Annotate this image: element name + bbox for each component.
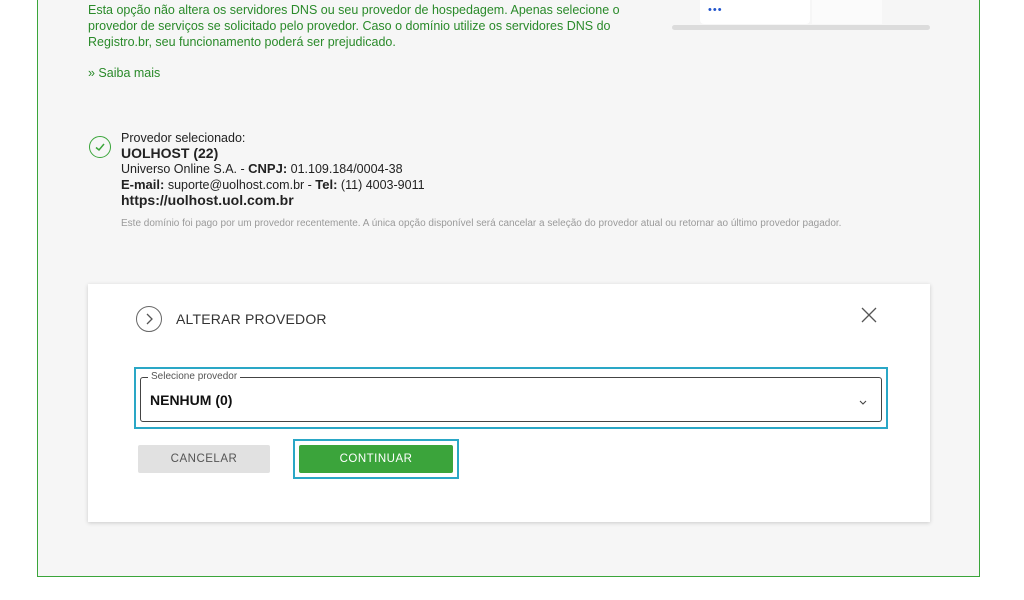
cancel-button[interactable]: CANCELAR	[138, 445, 270, 473]
email-value: suporte@uolhost.com.br -	[164, 178, 316, 192]
change-provider-modal: ALTERAR PROVEDOR Selecione provedor NENH…	[88, 284, 930, 522]
illustration-shadow	[672, 25, 930, 30]
tel-value: (11) 4003-9011	[337, 178, 425, 192]
tel-label: Tel:	[315, 177, 338, 192]
illustration: •••	[672, 0, 930, 34]
provider-select[interactable]	[140, 377, 882, 422]
provider-select-label: Selecione provedor	[148, 371, 241, 382]
saiba-mais-link[interactable]: » Saiba mais	[88, 66, 160, 80]
chevron-down-icon[interactable]	[858, 394, 868, 405]
cnpj-label: CNPJ:	[248, 161, 288, 176]
provider-company: Universo Online S.A. -	[121, 162, 249, 176]
close-icon[interactable]	[861, 307, 877, 323]
provider-label: Provedor selecionado:	[121, 131, 246, 145]
continue-button[interactable]: CONTINUAR	[299, 445, 453, 473]
provider-select-value: NENHUM (0)	[150, 392, 233, 408]
provider-name: UOLHOST (22)	[121, 145, 219, 161]
selected-provider-info: Provedor selecionado: UOLHOST (22) Unive…	[121, 131, 921, 208]
illustration-dots: •••	[708, 4, 723, 16]
provider-url: https://uolhost.uol.com.br	[121, 192, 294, 208]
provider-company-line: Universo Online S.A. - CNPJ: 01.109.184/…	[121, 161, 921, 177]
chevron-right-icon	[136, 306, 162, 332]
provider-contact-line: E-mail: suporte@uolhost.com.br - Tel: (1…	[121, 177, 921, 193]
cnpj-value: 01.109.184/0004-38	[287, 162, 403, 176]
modal-title: ALTERAR PROVEDOR	[176, 311, 327, 327]
provider-note: Este domínio foi pago por um provedor re…	[121, 218, 842, 229]
email-label: E-mail:	[121, 177, 165, 192]
illustration-card-secondary	[812, 0, 882, 24]
intro-text: Esta opção não altera os servidores DNS …	[88, 3, 620, 49]
check-circle-icon	[89, 136, 111, 158]
